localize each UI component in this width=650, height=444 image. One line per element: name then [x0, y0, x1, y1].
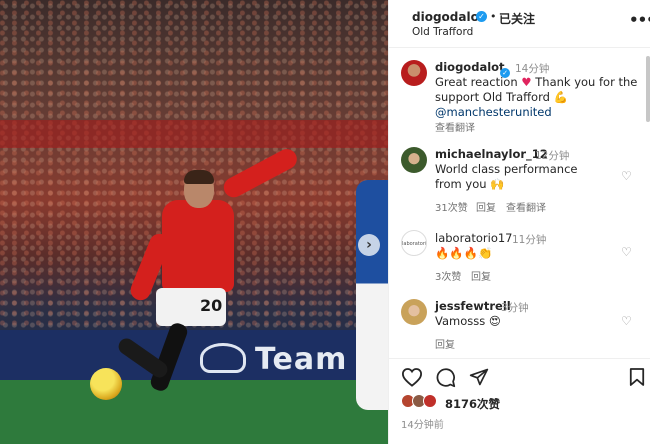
post-detail-panel: diogodalot ✓ • 已关注 Old Trafford ••• diog…: [388, 0, 650, 444]
raised-hands-emoji-icon: 🙌: [490, 177, 505, 191]
heart-icon-svg: [401, 368, 423, 387]
comment-username[interactable]: laboratorio17: [435, 231, 513, 245]
verified-icon: ✓: [476, 11, 487, 22]
avatar[interactable]: [401, 147, 427, 173]
heart-emoji-icon: ♥: [521, 75, 532, 89]
comment-time: 11分钟: [512, 234, 547, 246]
comment-username[interactable]: jessfewtrell: [435, 299, 511, 313]
avatar[interactable]: [401, 299, 427, 325]
scrollbar[interactable]: [646, 56, 650, 122]
translate-link[interactable]: 查看翻译: [435, 119, 475, 134]
likes-count[interactable]: 8176次赞: [445, 396, 500, 412]
send-icon-svg: [469, 368, 489, 386]
comment-text-part: World class performance from you: [435, 162, 578, 191]
fire-emoji-icon: 🔥🔥🔥👏: [435, 246, 493, 260]
comment-likes[interactable]: 31次赞: [435, 199, 468, 214]
mention-link[interactable]: @manchesterunited: [435, 105, 552, 119]
post-header: diogodalot ✓ • 已关注 Old Trafford •••: [389, 0, 650, 48]
follow-button[interactable]: 已关注: [499, 10, 535, 27]
comment-likes[interactable]: 3次赞: [435, 268, 461, 283]
reply-button[interactable]: 回复: [435, 336, 455, 351]
stand-banner: [0, 120, 388, 148]
comment-time: 3分钟: [501, 302, 529, 314]
avatar[interactable]: [401, 60, 427, 86]
opponent-player: [356, 180, 388, 410]
comment-icon[interactable]: [435, 367, 456, 393]
shirt-number: 20: [200, 296, 223, 315]
reply-button[interactable]: 回复: [476, 199, 496, 214]
caption-part: Great reaction: [435, 75, 522, 89]
comment-icon-svg: [436, 368, 456, 388]
like-comment-icon[interactable]: ♡: [621, 169, 632, 183]
caption-text: Great reaction ♥ Thank you for the suppo…: [435, 75, 640, 120]
football: [90, 368, 122, 400]
pitch: [0, 380, 388, 444]
more-horizontal-icon[interactable]: •••: [629, 11, 650, 29]
comment-text-part: Vamosss: [435, 314, 489, 328]
player-shirt: [162, 200, 234, 292]
post-photo[interactable]: Team 20 ›: [0, 0, 388, 444]
author-username[interactable]: diogodalot: [412, 10, 485, 24]
post-timestamp: 14分钟前: [401, 420, 444, 431]
location-link[interactable]: Old Trafford: [412, 26, 473, 38]
board-text: Team: [255, 342, 348, 377]
separator-dot: •: [490, 10, 497, 23]
comment-time: 12分钟: [535, 150, 570, 162]
comment-text: World class performance from you 🙌: [435, 162, 605, 192]
player-hair: [184, 170, 214, 184]
translate-link[interactable]: 查看翻译: [506, 199, 546, 214]
flexed-bicep-emoji-icon: 💪: [553, 90, 568, 104]
comment-time: 14分钟: [515, 63, 550, 75]
heart-eyes-emoji-icon: 😍: [488, 314, 501, 328]
like-comment-icon[interactable]: ♡: [621, 245, 632, 259]
send-icon[interactable]: [469, 367, 489, 392]
comment-text: Vamosss 😍: [435, 314, 501, 329]
comment-username[interactable]: diogodalot: [435, 60, 505, 74]
comment-username[interactable]: michaelnaylor_12: [435, 147, 548, 161]
heart-icon[interactable]: [401, 367, 423, 392]
board-logo: [200, 343, 246, 373]
bookmark-icon[interactable]: [629, 367, 645, 392]
comments-list[interactable]: diogodalot ✓ 14分钟 Great reaction ♥ Thank…: [389, 48, 650, 358]
avatar[interactable]: laboratorio17: [401, 230, 427, 256]
reply-button[interactable]: 回复: [471, 268, 491, 283]
next-image-icon[interactable]: ›: [358, 234, 380, 256]
avatar: [423, 394, 437, 408]
bookmark-icon-svg: [629, 368, 645, 386]
like-comment-icon[interactable]: ♡: [621, 314, 632, 328]
comment-text: 🔥🔥🔥👏: [435, 246, 492, 261]
